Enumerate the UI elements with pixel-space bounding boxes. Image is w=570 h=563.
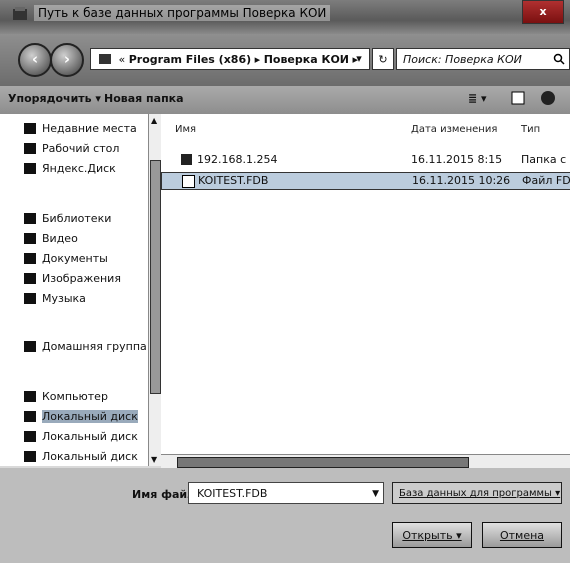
chevron-down-icon[interactable]: ▼: [372, 483, 379, 505]
folder-icon: [99, 54, 111, 64]
navigation-pane: Недавние места Рабочий стол Яндекс.Диск …: [0, 114, 149, 466]
breadcrumb-separator[interactable]: ▸: [255, 53, 261, 66]
forward-button[interactable]: ›: [50, 43, 84, 77]
horizontal-scrollbar[interactable]: [161, 454, 570, 469]
column-header-type[interactable]: Тип: [521, 124, 540, 135]
sidebar-item-music[interactable]: Музыка: [24, 292, 86, 305]
organize-button[interactable]: Упорядочить ▾: [8, 92, 101, 105]
sidebar-item-recent[interactable]: Недавние места: [24, 122, 137, 135]
view-options-icon[interactable]: ≣ ▾: [468, 92, 487, 105]
window-title: Путь к базе данных программы Поверка КОИ: [34, 5, 331, 21]
drive-icon: [24, 431, 36, 442]
file-row-selected[interactable]: KOITEST.FDB 16.11.2015 10:26 Файл FDB: [161, 172, 570, 190]
file-row[interactable]: 192.168.1.254 16.11.2015 8:15 Папка с фа: [161, 152, 570, 168]
sidebar-item-desktop[interactable]: Рабочий стол: [24, 142, 120, 155]
file-name: 192.168.1.254: [197, 153, 278, 166]
pictures-icon: [24, 273, 36, 284]
scrollbar-thumb[interactable]: [150, 160, 161, 394]
file-name: KOITEST.FDB: [198, 174, 269, 187]
drive-icon: [24, 451, 36, 462]
search-placeholder: Поиск: Поверка КОИ: [403, 53, 522, 66]
address-dropdown-icon[interactable]: ▾: [350, 48, 368, 70]
file-list: Имя Дата изменения Тип 192.168.1.254 16.…: [161, 114, 570, 454]
filename-input[interactable]: KOITEST.FDB ▼: [188, 482, 384, 504]
documents-icon: [24, 253, 36, 264]
sidebar-item-label: Документы: [42, 252, 108, 265]
file-icon: [182, 175, 195, 188]
sidebar-scrollbar[interactable]: ▲ ▼: [148, 114, 161, 466]
recent-places-icon: [24, 123, 36, 134]
sidebar-item-label: Рабочий стол: [42, 142, 120, 155]
open-button[interactable]: Открыть ▾: [392, 522, 472, 548]
column-header-date[interactable]: Дата изменения: [411, 124, 497, 135]
column-header-name[interactable]: Имя: [175, 124, 196, 135]
path-overflow[interactable]: «: [119, 53, 126, 66]
search-icon[interactable]: [553, 49, 565, 69]
file-type: Папка с фа: [521, 153, 570, 166]
address-bar[interactable]: « Program Files (x86) ▸ Поверка КОИ ▸: [90, 48, 370, 70]
scrollbar-thumb[interactable]: [177, 457, 469, 468]
filename-value: KOITEST.FDB: [197, 487, 268, 500]
sidebar-item-local-disk-e[interactable]: Локальный диск: [24, 450, 138, 463]
sidebar-item-label: Видео: [42, 232, 78, 245]
new-folder-button[interactable]: Новая папка: [104, 92, 184, 105]
sidebar-item-computer[interactable]: Компьютер: [24, 390, 108, 403]
music-icon: [24, 293, 36, 304]
preview-pane-icon[interactable]: [510, 90, 526, 106]
open-file-dialog: Путь к базе данных программы Поверка КОИ…: [0, 0, 570, 563]
drive-icon: [24, 411, 36, 422]
sidebar-item-label: Локальный диск: [42, 450, 138, 463]
sidebar-item-local-disk-c[interactable]: Локальный диск: [24, 410, 138, 423]
file-date: 16.11.2015 8:15: [411, 153, 503, 166]
back-button[interactable]: ‹: [18, 43, 52, 77]
breadcrumb-program-files[interactable]: Program Files (x86): [129, 53, 251, 66]
scroll-down-icon[interactable]: ▼: [151, 455, 157, 464]
sidebar-item-libraries[interactable]: Библиотеки: [24, 212, 112, 225]
file-date: 16.11.2015 10:26: [412, 174, 511, 187]
refresh-icon[interactable]: ↻: [372, 48, 394, 70]
library-icon: [24, 213, 36, 224]
help-icon[interactable]: [540, 90, 556, 106]
folder-icon: [181, 154, 192, 165]
sidebar-item-label: Недавние места: [42, 122, 137, 135]
filetype-select[interactable]: База данных для программы ▾: [392, 482, 562, 504]
sidebar-item-label: Домашняя группа: [42, 340, 147, 353]
close-button[interactable]: x: [522, 0, 564, 24]
file-type: Файл FDB: [522, 174, 570, 187]
cloud-icon: [24, 163, 36, 174]
sidebar-item-homegroup[interactable]: Домашняя группа: [24, 340, 147, 353]
title-bar: Путь к базе данных программы Поверка КОИ…: [0, 0, 570, 34]
computer-icon: [24, 391, 36, 402]
toolbar: Упорядочить ▾ Новая папка ≣ ▾: [0, 86, 570, 115]
sidebar-item-label: Яндекс.Диск: [42, 162, 116, 175]
cancel-button[interactable]: Отмена: [482, 522, 562, 548]
dialog-footer: Имя файла: KOITEST.FDB ▼ База данных для…: [0, 468, 570, 563]
sidebar-item-label: Библиотеки: [42, 212, 112, 225]
desktop-icon: [24, 143, 36, 154]
sidebar-item-documents[interactable]: Документы: [24, 252, 108, 265]
scroll-up-icon[interactable]: ▲: [151, 116, 157, 125]
sidebar-item-pictures[interactable]: Изображения: [24, 272, 121, 285]
sidebar-item-video[interactable]: Видео: [24, 232, 78, 245]
sidebar-item-label: Локальный диск: [42, 430, 138, 443]
sidebar-item-label: Локальный диск: [42, 410, 138, 423]
video-icon: [24, 233, 36, 244]
navigation-bar: ‹ › « Program Files (x86) ▸ Поверка КОИ …: [0, 34, 570, 86]
app-icon: [13, 7, 27, 20]
sidebar-item-yandex-disk[interactable]: Яндекс.Диск: [24, 162, 116, 175]
homegroup-icon: [24, 341, 36, 352]
sidebar-item-label: Музыка: [42, 292, 86, 305]
search-input[interactable]: Поиск: Поверка КОИ: [396, 48, 570, 70]
sidebar-item-label: Компьютер: [42, 390, 108, 403]
breadcrumb-poverka-koi[interactable]: Поверка КОИ: [264, 53, 349, 66]
sidebar-item-local-disk-d[interactable]: Локальный диск: [24, 430, 138, 443]
sidebar-item-label: Изображения: [42, 272, 121, 285]
